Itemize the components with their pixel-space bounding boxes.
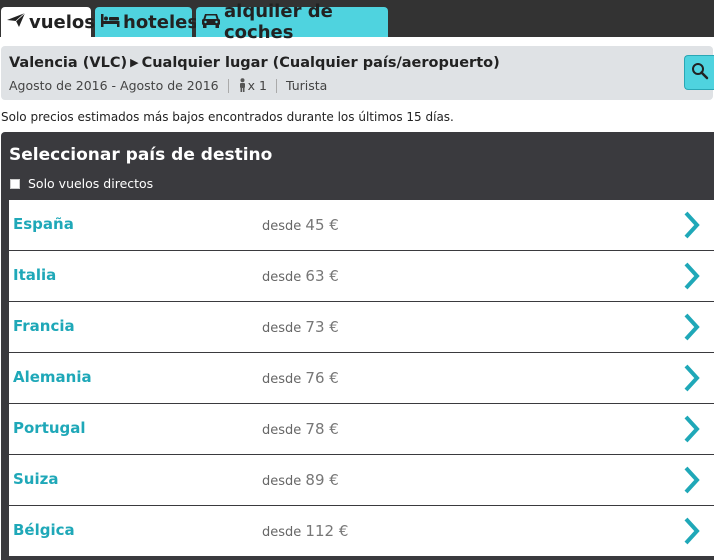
panel-title: Seleccionar país de destino [9,145,273,165]
chevron-right-icon [682,312,702,346]
tab-hoteles[interactable]: hoteles [95,7,198,37]
search-summary[interactable]: Valencia (VLC) ▶ Cualquier lugar (Cualquie… [1,46,713,100]
price-amount: 78 € [305,420,339,438]
route-line: Valencia (VLC) ▶ Cualquier lugar (Cualquie… [9,55,500,71]
price: desde 112 € [262,522,348,540]
price-note: Solo precios estimados más bajos encontr… [1,110,454,124]
list-item[interactable]: Portugal desde 78 € [9,404,714,454]
top-nav: vuelos hoteles alquiler de coches [0,0,714,43]
country-name: Suiza [13,470,59,488]
country-name: Bélgica [13,521,75,539]
tab-hoteles-label: hoteles [123,11,199,33]
checkbox-icon [10,178,20,189]
list-item[interactable]: Italia desde 63 € [9,251,714,301]
list-item[interactable]: Suiza desde 89 € [9,455,714,505]
direct-flights-checkbox[interactable]: Solo vuelos directos [10,176,153,191]
tab-vuelos-label: vuelos [29,11,96,33]
list-item[interactable]: Alemania desde 76 € [9,353,714,403]
chevron-right-icon [682,516,702,550]
passenger-icon [238,78,247,95]
cabin-class: Turista [285,78,328,93]
passenger-count: x 1 [247,78,267,93]
list-item[interactable]: Francia desde 73 € [9,302,714,352]
tab-vuelos[interactable]: vuelos [1,7,95,37]
search-button[interactable] [684,55,714,90]
price: desde 78 € [262,420,339,438]
price-prefix: desde [262,321,302,336]
country-name: Italia [13,266,57,284]
price-prefix: desde [262,270,302,285]
chevron-right-icon [682,261,702,295]
origin: Valencia (VLC) [9,55,128,71]
car-icon [201,11,224,34]
price: desde 89 € [262,471,339,489]
chevron-right-icon [682,465,702,499]
country-name: Francia [13,317,75,335]
price: desde 73 € [262,318,339,336]
price-amount: 76 € [305,369,339,387]
price-amount: 63 € [305,267,339,285]
country-name: España [13,215,74,233]
bed-icon [100,12,123,33]
list-item[interactable]: Bélgica desde 112 € [9,506,714,556]
chevron-right-icon [682,414,702,448]
price: desde 76 € [262,369,339,387]
destination: Cualquier lugar (Cualquier país/aeropuer… [141,55,500,71]
direct-flights-label: Solo vuelos directos [28,176,154,191]
chevron-right-icon [682,210,702,244]
price-amount: 89 € [305,471,339,489]
price: desde 45 € [262,216,339,234]
chevron-right-icon [682,363,702,397]
price-amount: 45 € [305,216,339,234]
country-name: Alemania [13,368,92,386]
country-name: Portugal [13,419,86,437]
tab-coches-label: alquiler de coches [224,1,333,43]
price-amount: 73 € [305,318,339,336]
price-prefix: desde [262,219,302,234]
price-prefix: desde [262,372,302,387]
search-meta: Agosto de 2016 - Agosto de 2016 x 1 Turi… [9,77,327,94]
travel-dates: Agosto de 2016 - Agosto de 2016 [9,78,219,93]
divider [227,78,229,93]
route-arrow-icon: ▶ [130,56,139,69]
price-prefix: desde [262,423,302,438]
price-prefix: desde [262,474,302,489]
price: desde 63 € [262,267,339,285]
list-item[interactable]: España desde 45 € [9,200,714,250]
plane-icon [6,11,29,34]
price-amount: 112 € [305,522,349,540]
tab-alquiler-coches[interactable]: alquiler de coches [196,1,388,43]
search-icon [691,62,709,84]
price-prefix: desde [262,525,302,540]
divider [275,78,277,93]
